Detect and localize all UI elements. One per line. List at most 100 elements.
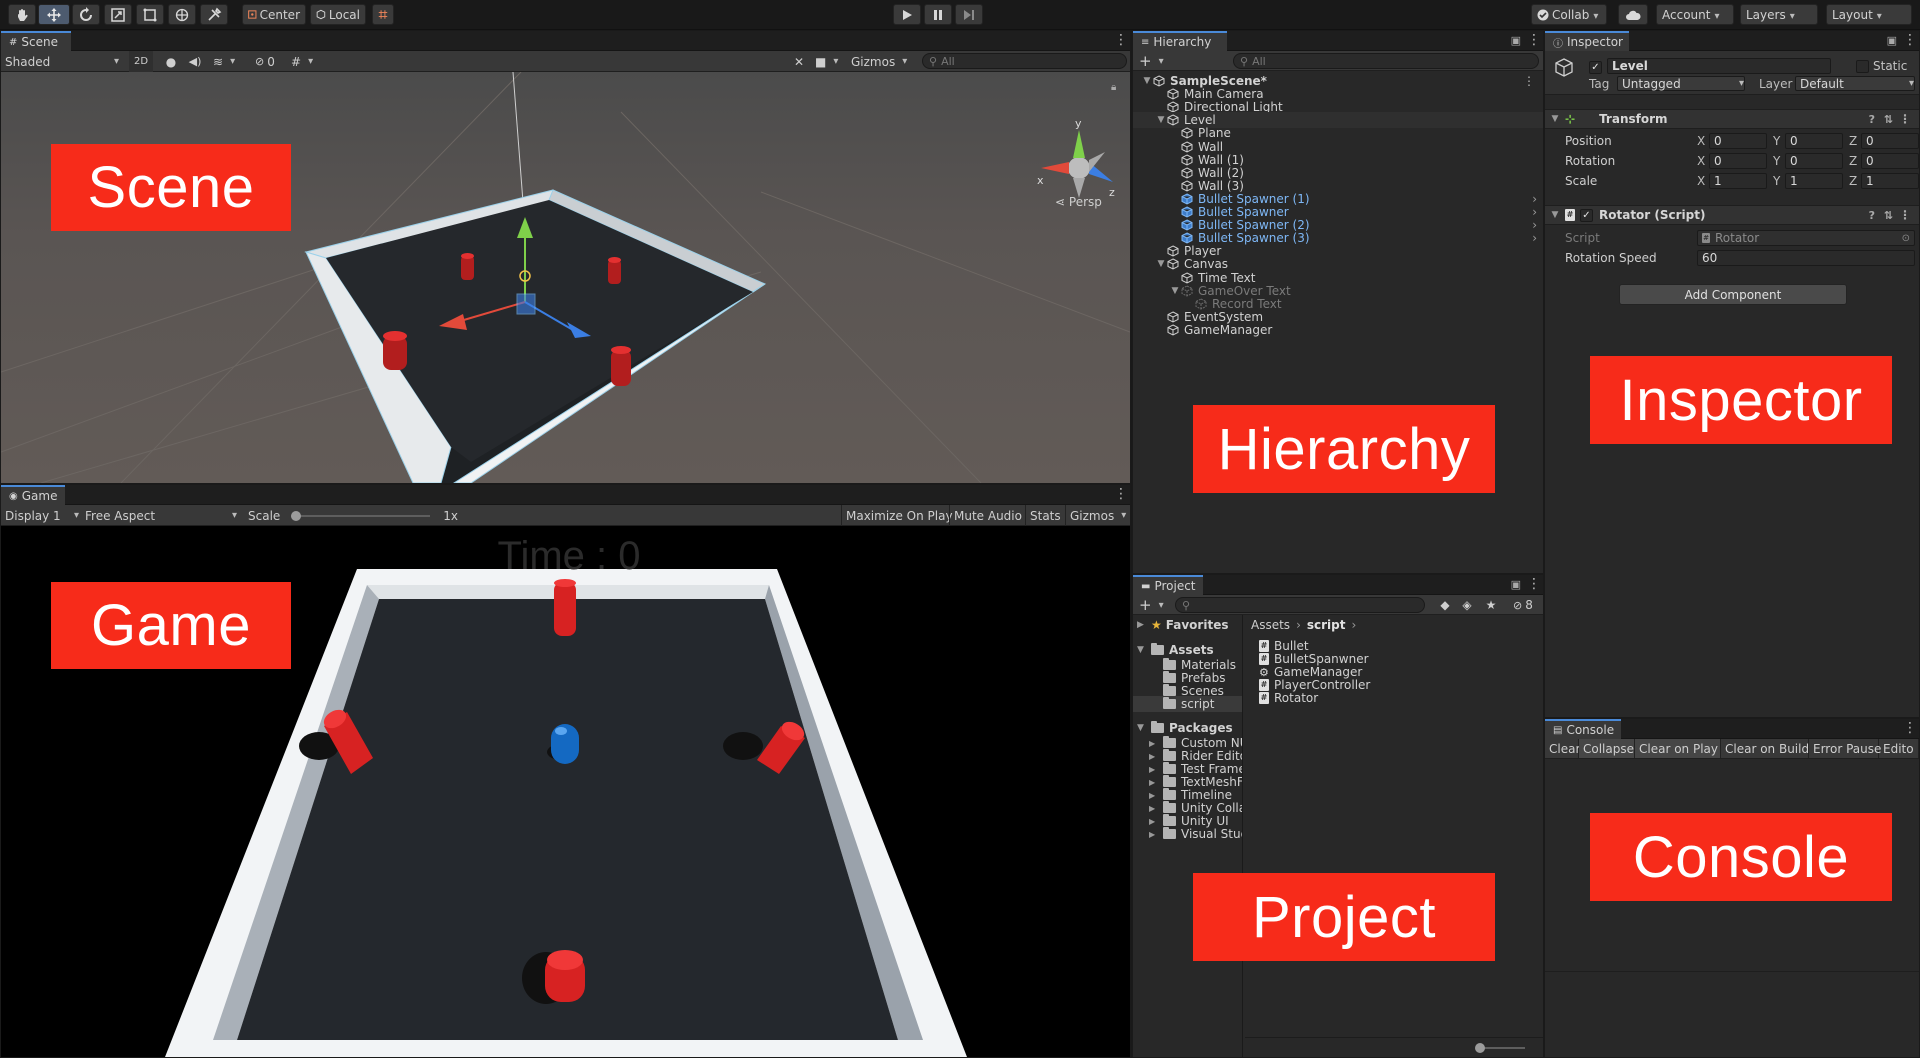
breadcrumb-script[interactable]: script: [1307, 618, 1346, 632]
component-menu-button[interactable]: ⋮: [1899, 112, 1911, 126]
shading-mode-dropdown[interactable]: Shaded: [5, 51, 119, 72]
project-search-input[interactable]: ⚲: [1175, 597, 1425, 613]
add-component-button[interactable]: Add Component: [1619, 284, 1847, 305]
perspective-toggle[interactable]: ⋖ Persp: [1055, 195, 1102, 209]
favorites-expand-arrow[interactable]: ▶: [1137, 620, 1147, 630]
console-clear-button[interactable]: Clear: [1545, 739, 1580, 758]
hierarchy-search-input[interactable]: ⚲ All: [1233, 53, 1539, 69]
console-clear-on-play-button[interactable]: Clear on Play: [1635, 739, 1721, 758]
tab-game[interactable]: ◉ Game: [1, 485, 65, 505]
aspect-dropdown[interactable]: Free Aspect: [85, 505, 237, 526]
display-dropdown[interactable]: Display 1: [5, 505, 79, 526]
expand-arrow[interactable]: ▶: [1149, 752, 1159, 761]
grid-snap-button[interactable]: [372, 4, 394, 25]
project-file-item[interactable]: # Rotator: [1259, 690, 1318, 706]
expand-arrow[interactable]: ▶: [1149, 791, 1159, 800]
console-edito-button[interactable]: Edito: [1879, 739, 1919, 758]
hierarchy-create-button[interactable]: +: [1139, 51, 1169, 71]
cloud-button[interactable]: [1618, 4, 1648, 25]
breadcrumb-assets[interactable]: Assets: [1251, 618, 1290, 632]
tab-project[interactable]: ▬ Project: [1133, 575, 1203, 595]
hierarchy-item[interactable]: GameManager: [1133, 322, 1543, 338]
hierarchy-menu-button[interactable]: ⋮: [1527, 33, 1541, 49]
pause-button[interactable]: [924, 4, 952, 25]
assets-row[interactable]: ▼ Assets: [1137, 642, 1214, 658]
scale-slider[interactable]: [291, 510, 431, 521]
expand-arrow[interactable]: ▶: [1149, 739, 1159, 748]
presets-icon[interactable]: ⇅: [1884, 113, 1893, 126]
console-collapse-button[interactable]: Collapse: [1579, 739, 1635, 758]
tab-inspector[interactable]: ⓘ Inspector: [1545, 31, 1629, 51]
favorite-filter-button[interactable]: ★: [1483, 595, 1499, 615]
rotator-header[interactable]: ▼ # ✓ Rotator (Script) ? ⇅ ⋮: [1545, 205, 1919, 225]
transform-x-field[interactable]: 0: [1709, 153, 1767, 169]
transform-y-field[interactable]: 0: [1785, 153, 1843, 169]
pivot-local-button[interactable]: Local: [310, 4, 366, 25]
packages-row[interactable]: ▼ Packages: [1137, 720, 1233, 736]
layout-dropdown[interactable]: Layout: [1826, 4, 1912, 25]
package-folder-item[interactable]: ▶ Visual Stud: [1149, 826, 1242, 842]
expand-arrow[interactable]: ▶: [1149, 830, 1159, 839]
collab-dropdown[interactable]: Collab: [1531, 4, 1607, 25]
rotation-speed-field[interactable]: 60: [1697, 250, 1915, 266]
transform-collapse-arrow[interactable]: ▼: [1545, 114, 1565, 124]
camera-dropdown[interactable]: ■: [815, 51, 847, 72]
stats-toggle[interactable]: Stats: [1025, 505, 1063, 526]
icon-size-slider-thumb[interactable]: [1475, 1043, 1485, 1053]
inspector-menu-button[interactable]: ⋮: [1903, 33, 1917, 49]
expand-arrow[interactable]: ▼: [1169, 286, 1181, 296]
tab-hierarchy[interactable]: ≡ Hierarchy: [1133, 31, 1227, 51]
search-by-type-button[interactable]: ◆: [1437, 595, 1453, 615]
move-tool-button[interactable]: [38, 4, 70, 25]
rotator-collapse-arrow[interactable]: ▼: [1545, 210, 1565, 220]
favorites-row[interactable]: ▶ ★ Favorites: [1137, 617, 1228, 633]
scale-slider-thumb[interactable]: [291, 510, 302, 521]
scene-search-input[interactable]: ⚲ All: [922, 53, 1127, 69]
hidden-packages-toggle[interactable]: ⊘ 8: [1513, 595, 1541, 615]
grid-dropdown[interactable]: #: [291, 51, 325, 72]
transform-header[interactable]: ▼ ⊹ Transform ? ⇅ ⋮: [1545, 109, 1919, 129]
transform-tool-button[interactable]: [168, 4, 196, 25]
game-gizmos-dropdown[interactable]: Gizmos: [1065, 505, 1129, 526]
game-viewport[interactable]: Time : 0 Game: [1, 526, 1130, 1057]
static-toggle[interactable]: Static: [1856, 59, 1907, 73]
transform-x-field[interactable]: 0: [1709, 133, 1767, 149]
scene-lock-icon[interactable]: 🔒︎: [1111, 82, 1116, 93]
hand-tool-button[interactable]: [8, 4, 36, 25]
transform-y-field[interactable]: 0: [1785, 133, 1843, 149]
scene-viewport[interactable]: y x z ⋖ Persp 🔒︎ Scene: [1, 72, 1130, 483]
transform-z-field[interactable]: 0: [1861, 133, 1919, 149]
rotate-tool-button[interactable]: [72, 4, 100, 25]
account-dropdown[interactable]: Account: [1656, 4, 1734, 25]
scene-gizmos-dropdown[interactable]: Gizmos: [851, 51, 913, 72]
lighting-toggle-button[interactable]: ●: [163, 51, 179, 72]
expand-arrow[interactable]: ▶: [1149, 817, 1159, 826]
tab-scene[interactable]: # Scene: [1, 31, 71, 51]
pivot-center-button[interactable]: Center: [242, 4, 306, 25]
console-clear-on-build-button[interactable]: Clear on Build: [1721, 739, 1809, 758]
layer-dropdown[interactable]: Default: [1795, 76, 1915, 91]
project-lock-icon[interactable]: ▣: [1511, 578, 1521, 591]
tools-button[interactable]: ✕: [791, 51, 807, 72]
transform-z-field[interactable]: 1: [1861, 173, 1919, 189]
help-icon[interactable]: ?: [1869, 113, 1875, 126]
play-button[interactable]: [893, 4, 921, 25]
expand-arrow[interactable]: ▼: [1141, 76, 1153, 86]
tab-console[interactable]: ▤ Console: [1545, 719, 1621, 739]
audio-toggle-button[interactable]: ◀): [187, 51, 203, 72]
step-button[interactable]: [955, 4, 983, 25]
static-checkbox[interactable]: [1856, 59, 1869, 73]
assets-expand-arrow[interactable]: ▼: [1137, 645, 1147, 655]
transform-y-field[interactable]: 1: [1785, 173, 1843, 189]
expand-arrow[interactable]: ▼: [1155, 115, 1167, 125]
hidden-objects-toggle[interactable]: ⊘ 0: [255, 51, 287, 72]
effects-dropdown[interactable]: ≋: [213, 51, 247, 72]
scene-menu-button[interactable]: ⋮: [1114, 33, 1128, 49]
transform-z-field[interactable]: 0: [1861, 153, 1919, 169]
component-menu-button[interactable]: ⋮: [1899, 208, 1911, 222]
2d-toggle-button[interactable]: 2D: [129, 51, 153, 72]
active-checkbox[interactable]: ✓: [1589, 59, 1602, 74]
custom-tool-button[interactable]: [200, 4, 228, 25]
expand-arrow[interactable]: ▼: [1155, 259, 1167, 269]
scale-tool-button[interactable]: [104, 4, 132, 25]
